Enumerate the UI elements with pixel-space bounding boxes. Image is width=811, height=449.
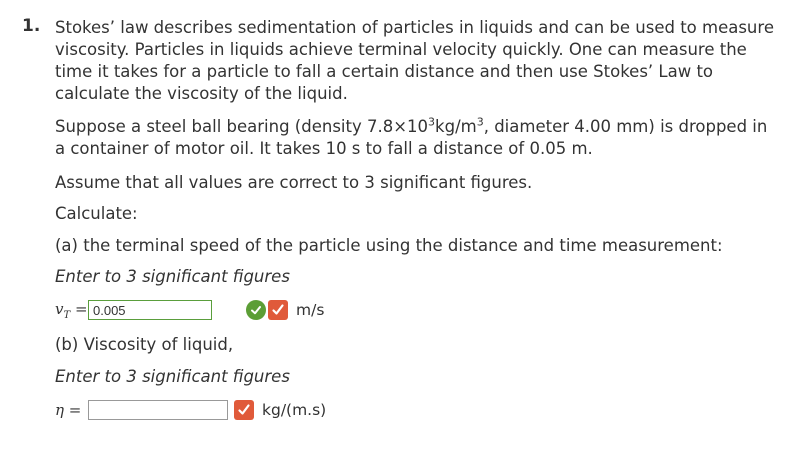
assumption-text: Assume that all values are correct to 3 …	[55, 173, 533, 192]
part-a-unit: m/s	[296, 301, 325, 319]
part-a-answer-row: vT = 0.005 m/s	[55, 298, 324, 322]
question-intro: Stokes’ law describes sedimentation of p…	[55, 18, 774, 103]
question-number: 1.	[22, 16, 41, 36]
part-b-answer-row: η = kg/(m.s)	[55, 398, 326, 422]
part-a-answer-input[interactable]: 0.005	[88, 300, 212, 320]
correct-check-icon	[246, 300, 266, 320]
mark-answer-icon[interactable]	[234, 400, 254, 420]
part-b-unit: kg/(m.s)	[262, 401, 327, 419]
mark-answer-icon[interactable]	[268, 300, 288, 320]
part-b-hint: Enter to 3 significant figures	[55, 367, 290, 386]
part-b-answer-input[interactable]	[88, 400, 228, 420]
question-setup: Suppose a steel ball bearing (density 7.…	[55, 115, 768, 159]
part-a-hint: Enter to 3 significant figures	[55, 267, 290, 286]
part-b-variable-label: η =	[55, 401, 82, 419]
part-a-prompt: (a) the terminal speed of the particle u…	[55, 236, 723, 255]
calculate-label: Calculate:	[55, 204, 138, 223]
part-b-prompt: (b) Viscosity of liquid,	[55, 335, 234, 354]
part-a-variable-label: vT =	[55, 299, 88, 321]
